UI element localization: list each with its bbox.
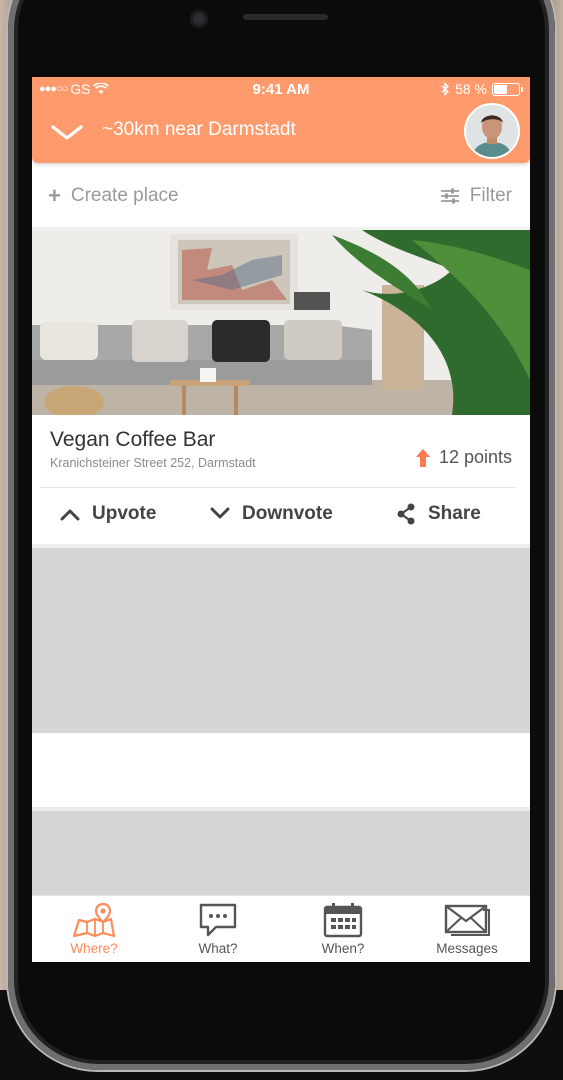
front-camera — [190, 10, 208, 28]
share-icon — [397, 503, 415, 525]
points-badge: 12 points — [415, 447, 512, 468]
placeholder-image — [32, 811, 530, 901]
plus-icon: + — [48, 183, 61, 208]
downvote-button[interactable]: Downvote — [210, 503, 333, 525]
battery-percent: 58 % — [455, 81, 487, 97]
place-photo[interactable] — [32, 230, 530, 415]
battery-icon — [492, 82, 523, 96]
placeholder-card-body — [32, 733, 530, 807]
status-right: 58 % — [441, 81, 523, 97]
tab-messages-label: Messages — [436, 941, 498, 956]
share-button[interactable]: Share — [396, 503, 481, 525]
upvote-button[interactable]: Upvote — [60, 503, 156, 525]
calendar-icon — [323, 903, 363, 938]
tab-messages[interactable]: Messages — [405, 902, 529, 956]
avatar[interactable] — [464, 103, 520, 159]
tab-when-label: When? — [321, 941, 365, 956]
living-room-image — [32, 230, 530, 415]
place-address: Kranichsteiner Street 252, Darmstadt — [50, 456, 256, 470]
bluetooth-icon — [441, 82, 450, 96]
bottom-tab-bar: Where? What? When? Messages — [32, 895, 530, 962]
map-pin-icon — [72, 902, 116, 938]
place-name[interactable]: Vegan Coffee Bar — [50, 428, 215, 452]
tab-what-label: What? — [198, 941, 238, 956]
create-place-label: Create place — [70, 185, 179, 206]
app-header: ●●●○○ GS 9:41 AM 58 % ~30km near Darmsta… — [32, 77, 530, 163]
profile-photo — [466, 105, 518, 157]
location-row[interactable]: ~30km near Darmstadt — [32, 103, 530, 159]
status-bar: ●●●○○ GS 9:41 AM 58 % — [32, 77, 530, 101]
chevron-down-icon[interactable] — [50, 121, 84, 145]
arrow-up-icon — [415, 448, 430, 467]
tab-where[interactable]: Where? — [32, 902, 156, 956]
placeholder-image — [32, 548, 530, 733]
earpiece-speaker — [243, 14, 328, 20]
create-place-button[interactable]: + Create place — [48, 185, 179, 207]
downvote-label: Downvote — [242, 503, 333, 524]
location-label[interactable]: ~30km near Darmstadt — [102, 119, 296, 141]
chevron-down-icon — [210, 507, 230, 519]
tab-where-label: Where? — [70, 941, 118, 956]
place-toolbar: + Create place Filter — [32, 173, 530, 223]
share-label: Share — [428, 503, 481, 524]
chat-bubble-icon — [199, 903, 237, 937]
vote-actions: Upvote Downvote Share — [32, 495, 530, 539]
sliders-icon — [440, 188, 459, 204]
card-divider — [40, 487, 516, 488]
chevron-up-icon — [60, 509, 80, 521]
upvote-label: Upvote — [92, 503, 157, 524]
app-screen: ●●●○○ GS 9:41 AM 58 % ~30km near Darmsta… — [32, 77, 530, 962]
envelope-icon — [444, 904, 490, 936]
tab-what[interactable]: What? — [156, 902, 280, 956]
points-count: 12 points — [438, 447, 512, 467]
filter-label: Filter — [469, 185, 512, 206]
filter-button[interactable]: Filter — [440, 185, 512, 207]
tab-when[interactable]: When? — [281, 902, 405, 956]
